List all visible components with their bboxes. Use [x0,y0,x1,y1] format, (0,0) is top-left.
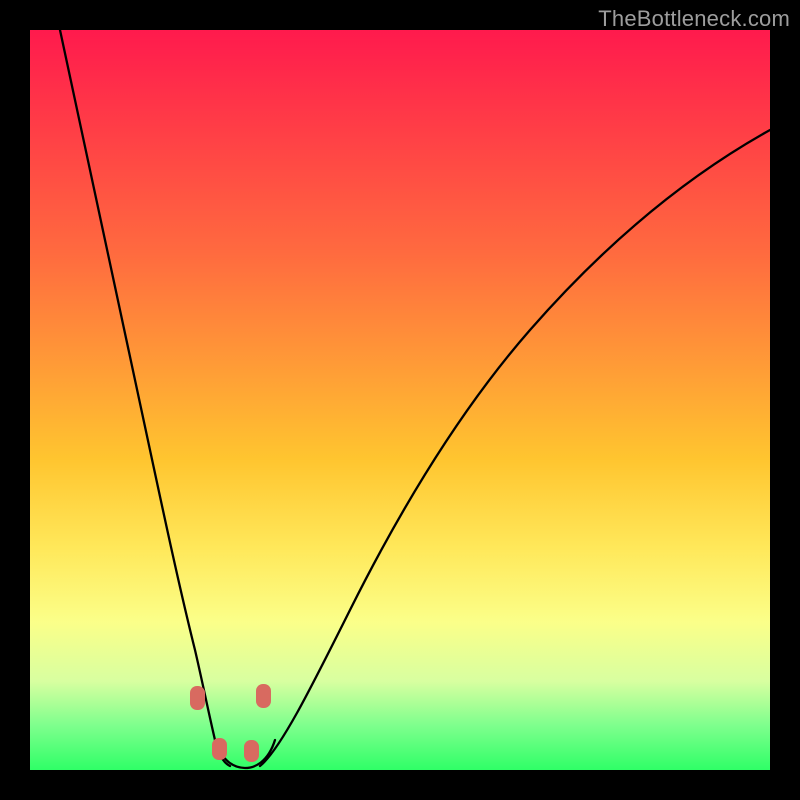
watermark-text: TheBottleneck.com [598,6,790,32]
plot-area [30,30,770,770]
marker-lower-left [212,738,227,760]
chart-frame: TheBottleneck.com [0,0,800,800]
curve-layer [30,30,770,770]
marker-lower-right [244,740,259,762]
marker-upper-left [190,686,205,710]
v-curve-left [60,30,230,766]
marker-upper-right [256,684,271,708]
v-curve-right [260,130,770,766]
